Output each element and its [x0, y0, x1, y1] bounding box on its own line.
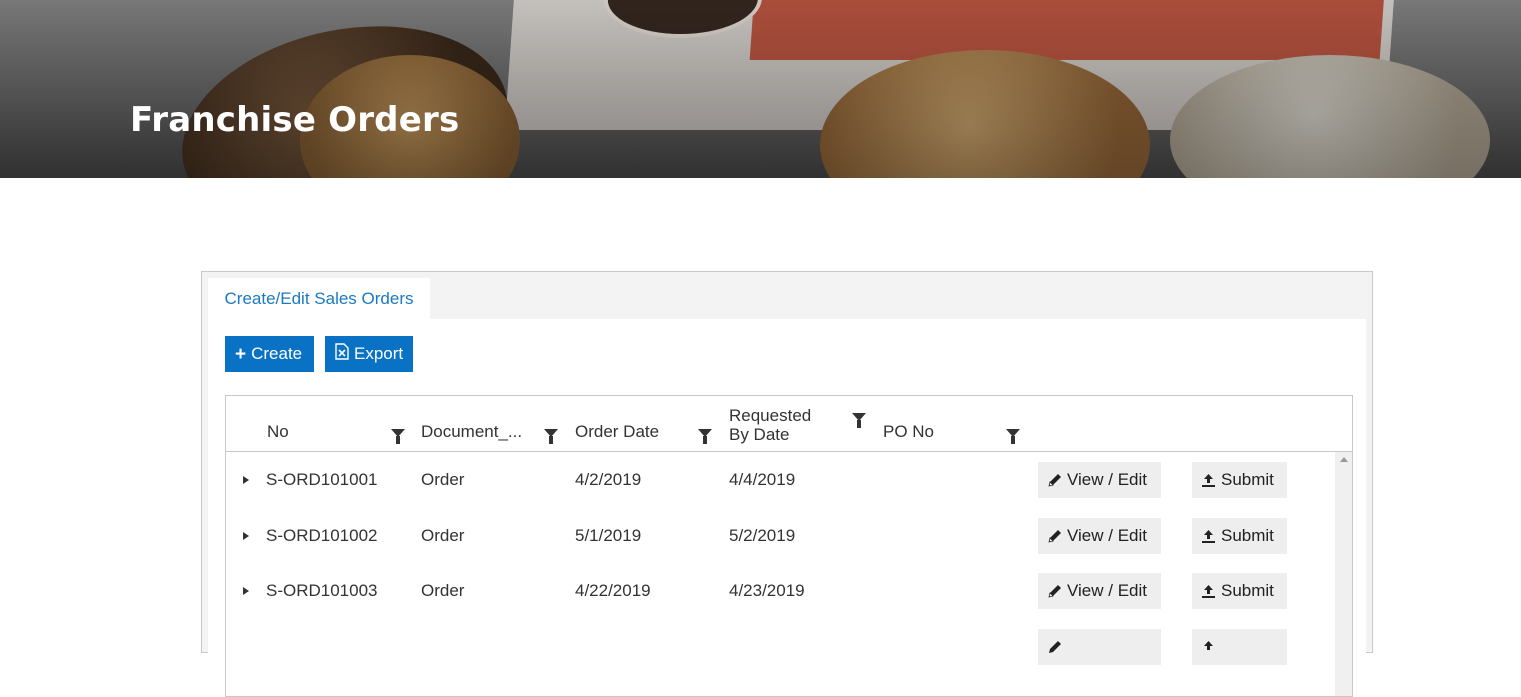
pencil-icon: [1047, 473, 1062, 488]
filter-icon-po-no[interactable]: [1006, 429, 1020, 444]
view-edit-label: View / Edit: [1067, 581, 1148, 600]
orders-panel: Create/Edit Sales Orders + Create Export…: [201, 271, 1373, 697]
create-button[interactable]: + Create: [225, 336, 314, 372]
cell-no: S-ORD101001: [266, 470, 378, 489]
column-label-order-date: Order Date: [575, 422, 660, 441]
submit-button[interactable]: Submit: [1192, 573, 1287, 609]
expand-row-icon[interactable]: [243, 476, 249, 484]
filter-icon-order-date[interactable]: [698, 429, 712, 444]
view-edit-button[interactable]: View / Edit: [1038, 518, 1161, 554]
cell-order-date: 4/22/2019: [575, 581, 651, 600]
pencil-icon: [1047, 529, 1062, 544]
view-edit-button[interactable]: View / Edit: [1038, 573, 1161, 609]
cell-requested-date: 5/2/2019: [729, 526, 796, 545]
pencil-icon: [1047, 584, 1062, 599]
tab-create-edit-sales-orders[interactable]: Create/Edit Sales Orders: [208, 278, 430, 320]
submit-button[interactable]: Submit: [1192, 518, 1287, 554]
filter-icon-document[interactable]: [544, 429, 558, 444]
grid-header: No Document_... Order Date Requested By …: [226, 396, 1352, 452]
cell-requested-date: 4/23/2019: [729, 581, 805, 600]
upload-icon: [1201, 640, 1216, 655]
cell-document: Order: [421, 526, 465, 545]
table-row[interactable]: S-ORD101003 Order 4/22/2019 4/23/2019 Vi…: [226, 563, 1332, 619]
upload-icon: [1201, 529, 1216, 544]
submit-button[interactable]: [1192, 629, 1287, 665]
column-label-requested-line2: By Date: [729, 425, 790, 444]
table-row[interactable]: S-ORD101002 Order 5/1/2019 5/2/2019 View…: [226, 508, 1332, 564]
filter-icon-no[interactable]: [391, 429, 405, 444]
filter-icon-requested-by-date[interactable]: [852, 413, 866, 428]
cell-document: Order: [421, 470, 465, 489]
submit-button[interactable]: Submit: [1192, 462, 1287, 498]
orders-grid: No Document_... Order Date Requested By …: [225, 395, 1353, 697]
column-label-no: No: [267, 422, 289, 441]
plus-icon: +: [235, 343, 247, 365]
page-title: Franchise Orders: [130, 100, 460, 140]
table-row[interactable]: S-ORD101001 Order 4/2/2019 4/4/2019 View…: [226, 452, 1332, 508]
submit-label: Submit: [1221, 470, 1274, 489]
view-edit-button[interactable]: [1038, 629, 1161, 665]
cell-order-date: 4/2/2019: [575, 470, 642, 489]
upload-icon: [1201, 584, 1216, 599]
view-edit-button[interactable]: View / Edit: [1038, 462, 1161, 498]
tab-content: + Create Export No Document_... Order Da…: [208, 319, 1366, 697]
hero-banner: Franchise Orders: [0, 0, 1521, 178]
view-edit-label: View / Edit: [1067, 526, 1148, 545]
cell-no: S-ORD101002: [266, 526, 378, 545]
cell-no: S-ORD101003: [266, 581, 378, 600]
pencil-icon: [1047, 640, 1062, 655]
submit-label: Submit: [1221, 526, 1274, 545]
table-row[interactable]: [226, 619, 1332, 675]
expand-row-icon[interactable]: [243, 532, 249, 540]
cell-requested-date: 4/4/2019: [729, 470, 796, 489]
cell-document: Order: [421, 581, 465, 600]
column-label-requested-by-date: Requested By Date: [729, 406, 811, 444]
column-label-document: Document_...: [421, 422, 523, 441]
cell-order-date: 5/1/2019: [575, 526, 642, 545]
view-edit-label: View / Edit: [1067, 470, 1148, 489]
scroll-up-arrow-icon[interactable]: [1340, 457, 1348, 462]
column-label-requested-line1: Requested: [729, 406, 812, 425]
grid-scrollbar[interactable]: [1335, 452, 1352, 696]
submit-label: Submit: [1221, 581, 1274, 600]
create-button-label: Create: [251, 344, 303, 363]
upload-icon: [1201, 473, 1216, 488]
column-label-po-no: PO No: [883, 422, 935, 441]
excel-file-icon: [335, 343, 349, 365]
export-button[interactable]: Export: [325, 336, 413, 372]
expand-row-icon[interactable]: [243, 587, 249, 595]
export-button-label: Export: [354, 344, 404, 363]
